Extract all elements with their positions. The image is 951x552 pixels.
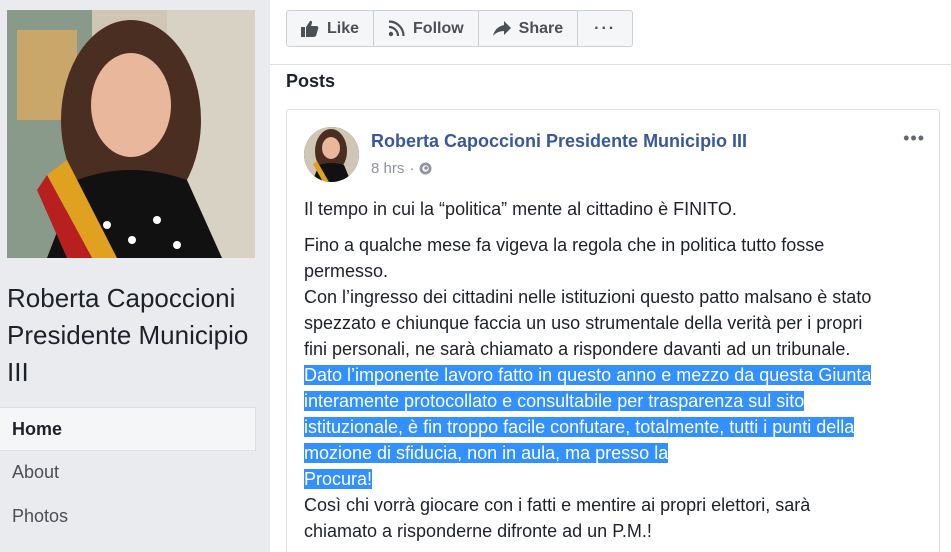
globe-icon (419, 162, 432, 175)
nav-item-home[interactable]: Home (0, 407, 256, 451)
more-actions-button[interactable]: ··· (578, 11, 632, 46)
text-line: fini personali, ne sarà chiamato a rispo… (304, 339, 851, 359)
share-arrow-icon (492, 21, 511, 36)
highlighted-line: mozione di sfiducia, non in aula, ma pre… (304, 443, 669, 463)
profile-photo-illustration (7, 10, 255, 258)
follow-label: Follow (413, 19, 464, 37)
nav-item-about[interactable]: About (0, 451, 256, 495)
like-button[interactable]: Like (287, 11, 375, 46)
highlighted-line: Procura! (304, 469, 373, 489)
post-options-icon[interactable]: ••• (903, 128, 925, 149)
post-paragraph-2: Fino a qualche mese fa vigeva la regola … (304, 232, 924, 544)
highlighted-line: interamente protocollato e consultabile … (304, 391, 805, 411)
post-avatar[interactable] (304, 127, 359, 182)
main-column: Like Follow Share ··· Posts Roberta Capo… (270, 0, 951, 552)
left-sidebar: Roberta Capoccioni Presidente Municipio … (0, 0, 270, 552)
follow-button[interactable]: Follow (374, 11, 479, 46)
highlighted-text[interactable]: Dato l’imponente lavoro fatto in questo … (304, 362, 924, 492)
more-label: ··· (594, 19, 617, 37)
divider (270, 64, 951, 65)
text-line: Così chi vorrà giocare con i fatti e men… (304, 495, 811, 515)
text-line: chiamato a risponderne difronte ad un P.… (304, 521, 652, 541)
like-label: Like (327, 19, 360, 37)
text-line: Con l’ingresso dei cittadini nelle istit… (304, 287, 872, 307)
action-bar: Like Follow Share ··· (286, 10, 634, 47)
page-nav: Home About Photos (0, 407, 256, 539)
meta-separator: · (409, 160, 415, 177)
posts-heading: Posts (286, 71, 336, 91)
highlighted-line: istituzionale, è fin troppo facile confu… (304, 417, 855, 437)
post-body: Il tempo in cui la “politica” mente al c… (304, 196, 924, 544)
post-paragraph-1: Il tempo in cui la “politica” mente al c… (304, 199, 737, 219)
thumbs-up-icon (301, 20, 319, 37)
avatar-photo (304, 127, 359, 182)
profile-picture[interactable] (7, 10, 255, 258)
text-line: Fino a qualche mese fa vigeva la regola … (304, 235, 825, 255)
text-line: spezzato e chiunque faccia un uso strume… (304, 313, 863, 333)
post-time[interactable]: 8 hrs (371, 160, 404, 177)
page-name[interactable]: Roberta Capoccioni Presidente Municipio … (7, 280, 262, 391)
nav-item-photos[interactable]: Photos (0, 495, 256, 539)
post-author[interactable]: Roberta Capoccioni Presidente Municipio … (371, 131, 747, 152)
share-button[interactable]: Share (479, 11, 579, 46)
post-card: Roberta Capoccioni Presidente Municipio … (286, 109, 940, 552)
share-label: Share (518, 19, 564, 37)
post-meta: 8 hrs · (371, 160, 432, 177)
text-line: permesso. (304, 261, 389, 281)
rss-icon (388, 20, 405, 37)
highlighted-line: Dato l’imponente lavoro fatto in questo … (304, 365, 872, 385)
facebook-page: Roberta Capoccioni Presidente Municipio … (0, 0, 951, 552)
